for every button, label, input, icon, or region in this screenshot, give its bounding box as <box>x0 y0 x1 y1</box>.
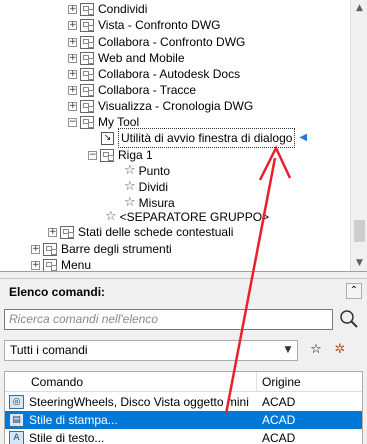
expand-icon[interactable]: + <box>68 69 77 79</box>
customization-tree[interactable]: + Condividi + Vista - Confronto DWG + Co… <box>0 0 367 272</box>
list-item-selected[interactable]: ▤ Stile di stampa... ACAD <box>5 411 362 429</box>
command-filter-select[interactable]: Tutti i comandi ▼ <box>4 340 298 361</box>
column-header-origin[interactable]: Origine <box>262 375 301 389</box>
collapse-icon[interactable]: − <box>88 150 97 160</box>
tree-item-dialog-launcher[interactable]: ↘ Utilità di avvio finestra di dialogo ◀ <box>101 128 308 148</box>
expand-icon[interactable]: + <box>68 101 77 111</box>
menu-icon <box>43 258 57 271</box>
column-header-command[interactable]: Comando <box>31 375 83 389</box>
tree-item-vista-confronto[interactable]: + Vista - Confronto DWG <box>68 16 220 34</box>
ribbon-panel-icon <box>80 18 94 32</box>
list-item[interactable]: ◎ SteeringWheels, Disco Vista oggetto mi… <box>5 393 362 411</box>
new-command-button[interactable]: ✲ <box>330 340 350 360</box>
ribbon-panel-icon <box>80 99 94 113</box>
find-command-button[interactable]: ☆ <box>306 340 326 360</box>
chevron-down-icon: ▼ <box>284 345 292 355</box>
scrollbar-thumb[interactable] <box>354 220 365 242</box>
new-star-icon: ✲ <box>334 342 346 357</box>
expand-icon[interactable]: + <box>31 244 40 254</box>
scroll-down-icon[interactable]: ▼ <box>351 255 367 271</box>
expand-icon[interactable]: + <box>48 227 57 237</box>
ribbon-panel-icon <box>80 115 94 129</box>
expand-icon[interactable]: + <box>68 20 77 30</box>
list-header: Comando Origine <box>5 372 362 392</box>
ribbon-row-icon <box>100 148 114 162</box>
ribbon-panel-icon <box>80 67 94 81</box>
expand-icon[interactable]: + <box>68 85 77 95</box>
find-star-icon: ☆ <box>310 342 322 357</box>
list-item[interactable]: A Stile di testo... ACAD <box>5 429 362 444</box>
expand-icon[interactable]: + <box>68 53 77 63</box>
column-divider[interactable] <box>256 372 257 392</box>
drop-indicator-icon: ◀ <box>299 132 308 143</box>
command-list[interactable]: Comando Origine ◎ SteeringWheels, Disco … <box>4 371 363 444</box>
panel-title: Elenco comandi: <box>9 285 106 299</box>
ribbon-panel-icon <box>80 83 94 97</box>
expand-icon[interactable]: + <box>68 37 77 47</box>
dialog-launcher-icon: ↘ <box>101 131 114 145</box>
expand-icon[interactable]: + <box>68 4 77 14</box>
ribbon-panel-icon <box>80 35 94 49</box>
ribbon-panel-icon <box>80 51 94 65</box>
command-list-panel: Elenco comandi: ⌃ Ricerca comandi nell'e… <box>0 278 367 444</box>
search-button[interactable] <box>337 308 361 330</box>
collapse-icon[interactable]: − <box>68 117 77 127</box>
expand-icon[interactable]: + <box>31 260 40 270</box>
tree-scrollbar[interactable]: ▲ ▼ <box>350 0 367 271</box>
plot-style-icon: ▤ <box>9 413 24 427</box>
scroll-up-icon[interactable]: ▲ <box>351 0 367 17</box>
steeringwheels-icon: ◎ <box>9 395 24 409</box>
text-style-icon: A <box>9 431 24 444</box>
search-input[interactable]: Ricerca comandi nell'elenco <box>4 309 333 330</box>
ribbon-panel-icon <box>80 2 94 16</box>
contextual-tab-icon <box>60 225 74 239</box>
tree-item-stati-schede[interactable]: + Stati delle schede contestuali <box>48 223 233 241</box>
toolbar-icon <box>43 242 57 256</box>
tree-item-menu[interactable]: + Menu <box>31 256 91 271</box>
collapse-panel-button[interactable]: ⌃ <box>346 283 362 299</box>
search-icon <box>340 310 358 328</box>
